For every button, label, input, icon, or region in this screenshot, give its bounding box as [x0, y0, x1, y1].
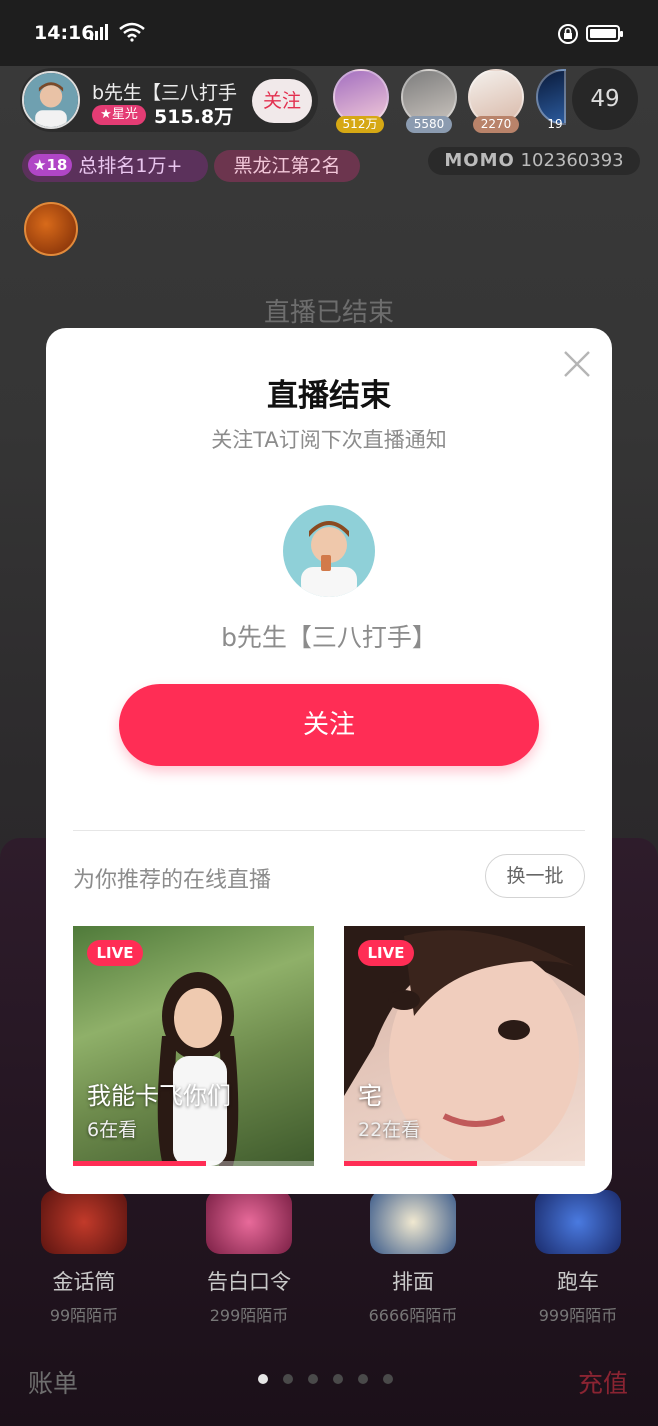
live-badge: LIVE — [87, 940, 143, 966]
divider — [73, 830, 585, 831]
status-bar: 14:16 — [0, 0, 658, 66]
gift-item[interactable]: 排面 6666陌陌币 — [343, 1190, 483, 1326]
gift-name: 告白口令 — [207, 1270, 291, 1294]
live-card-progress — [344, 1161, 585, 1166]
live-ended-background-text: 直播已结束 — [263, 298, 394, 328]
dialog-subtitle: 关注TA订阅下次直播通知 — [211, 428, 447, 452]
live-badge: LIVE — [358, 940, 414, 966]
gift-name: 金话筒 — [52, 1270, 116, 1294]
noodle-bowl-gift-icon — [370, 1190, 456, 1254]
gift-price: 999陌陌币 — [538, 1306, 618, 1325]
gift-item[interactable]: 告白口令 299陌陌币 — [179, 1190, 319, 1326]
gift-name: 排面 — [392, 1270, 434, 1294]
live-card-title: 宅 — [358, 1082, 382, 1110]
momo-number: 102360393 — [520, 150, 624, 171]
gift-name: 跑车 — [557, 1270, 599, 1294]
live-card-progress — [73, 1161, 314, 1166]
microphone-gift-icon — [41, 1190, 127, 1254]
live-ended-dialog: 直播结束 关注TA订阅下次直播通知 b先生【三八打手】 关注 为你推荐的在线直播… — [46, 328, 612, 1194]
live-card-watching: 22在看 — [358, 1119, 421, 1141]
gift-price: 6666陌陌币 — [368, 1306, 458, 1325]
level-rank-badge[interactable]: ★18 总排名1万+ — [22, 150, 208, 182]
host-fans-count: 515.8万 — [154, 106, 234, 128]
live-card[interactable]: LIVE 我能卡飞你们 6在看 — [73, 926, 314, 1166]
follow-button[interactable]: 关注 — [119, 684, 539, 766]
starlight-badge: ★星光 — [92, 105, 146, 125]
viewer-badge: 2270 — [473, 116, 519, 133]
gift-item[interactable]: 跑车 999陌陌币 — [508, 1190, 648, 1326]
gift-page-indicator — [258, 1374, 393, 1384]
dialog-title: 直播结束 — [267, 378, 391, 414]
live-card[interactable]: LIVE 宅 22在看 — [344, 926, 585, 1166]
recharge-link[interactable]: 充值 — [578, 1364, 628, 1400]
dialog-host-avatar[interactable] — [283, 505, 375, 597]
momo-brand: MOMO — [444, 150, 515, 171]
rotation-lock-icon — [557, 23, 579, 49]
refresh-button[interactable]: 换一批 — [485, 854, 585, 898]
viewer-count[interactable]: 49 — [572, 68, 638, 130]
gift-price: 99陌陌币 — [49, 1306, 119, 1325]
momo-id: MOMO 102360393 — [428, 147, 640, 175]
confession-gift-icon — [206, 1190, 292, 1254]
viewer-badge: 19 — [547, 117, 563, 131]
gift-price: 299陌陌币 — [209, 1306, 289, 1325]
battery-icon — [586, 25, 623, 42]
helmet-badge-icon[interactable] — [24, 202, 78, 256]
total-rank: 总排名1万+ — [78, 155, 183, 177]
bill-link[interactable]: 账单 — [28, 1364, 78, 1400]
live-card-watching: 6在看 — [87, 1119, 138, 1141]
host-name: b先生【三八打手 — [92, 82, 238, 104]
host-avatar[interactable] — [22, 71, 80, 129]
live-card-title: 我能卡飞你们 — [87, 1082, 231, 1110]
viewer-badge: 5580 — [406, 116, 452, 133]
wifi-icon — [119, 22, 145, 46]
viewer-badge: 512万 — [336, 116, 384, 133]
gift-item[interactable]: 金话筒 99陌陌币 — [14, 1190, 154, 1326]
level-number: ★18 — [28, 154, 73, 176]
sports-car-gift-icon — [535, 1190, 621, 1254]
follow-button-small[interactable]: 关注 — [252, 79, 312, 123]
recommend-title: 为你推荐的在线直播 — [73, 868, 272, 893]
signal-icon — [90, 24, 108, 40]
status-time: 14:16 — [34, 22, 95, 44]
dialog-host-name: b先生【三八打手】 — [221, 623, 437, 652]
region-rank-badge[interactable]: 黑龙江第2名 — [214, 150, 360, 182]
